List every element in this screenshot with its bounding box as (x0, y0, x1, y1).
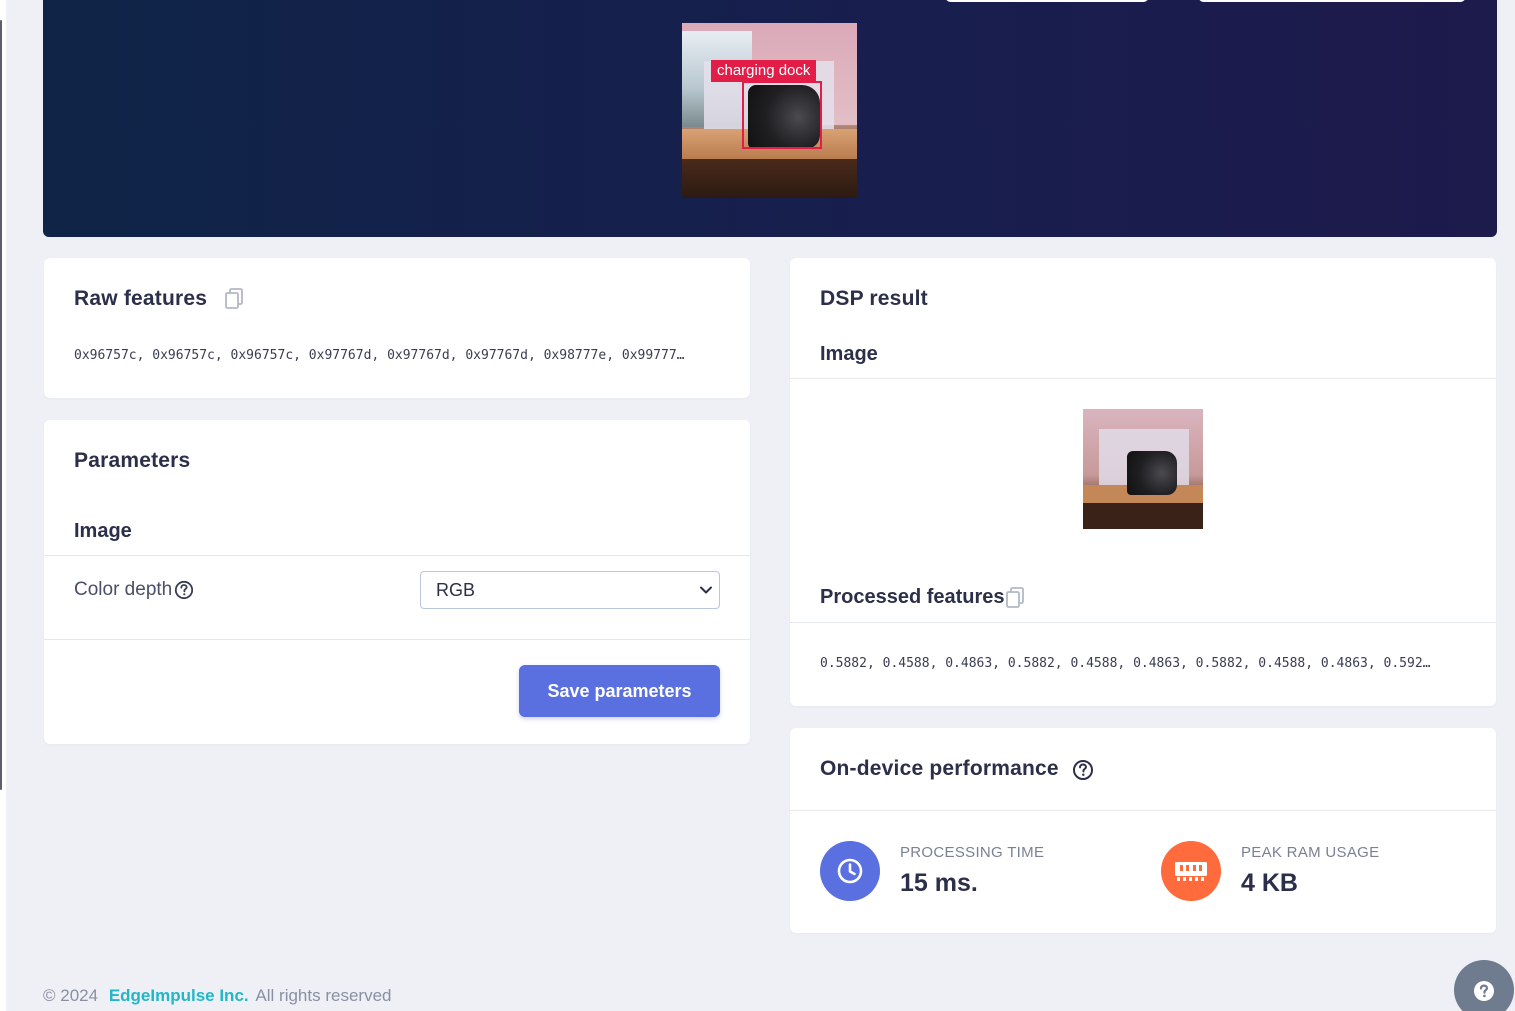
dsp-image-heading: Image (820, 343, 878, 365)
divider (790, 810, 1496, 811)
parameters-image-heading: Image (74, 520, 132, 542)
footer-rights: All rights reserved (255, 986, 392, 1005)
raw-features-card: Raw features 0x96757c, 0x96757c, 0x96757… (44, 258, 750, 398)
peak-ram-value: 4 KB (1241, 869, 1298, 897)
raw-features-title: Raw features (74, 287, 208, 310)
bounding-box-label: charging dock (711, 60, 817, 82)
performance-card: On-device performance PROCESSING TIME 15… (790, 728, 1496, 933)
sample-preview-banner: charging dock (43, 0, 1497, 237)
color-depth-selected-value: RGB (436, 580, 476, 600)
divider (790, 378, 1496, 379)
processed-features-title: Processed features (820, 586, 1005, 608)
memory-chip-icon (1175, 862, 1207, 881)
dsp-result-card: DSP result Image Processed features 0.58… (790, 258, 1496, 706)
processing-time-value: 15 ms. (900, 869, 978, 897)
copy-icon[interactable] (224, 288, 244, 310)
help-button[interactable] (1454, 960, 1514, 1011)
processed-features-values: 0.5882, 0.4588, 0.4863, 0.5882, 0.4588, … (820, 656, 1431, 671)
clock-icon (837, 858, 863, 884)
dsp-result-title: DSP result (820, 287, 928, 310)
color-depth-select[interactable]: RGB (420, 571, 720, 609)
parameters-card: Parameters Image Color depth RGB Save pa… (44, 420, 750, 744)
dsp-image-floor (1083, 503, 1203, 529)
parameters-title: Parameters (74, 449, 191, 472)
peak-ram-label: PEAK RAM USAGE (1241, 844, 1380, 861)
scrollbar-track[interactable] (0, 20, 2, 790)
left-scroll-strip (0, 0, 6, 1011)
dsp-image-dock (1127, 451, 1177, 495)
processing-time-badge (820, 841, 880, 901)
help-circle-icon[interactable] (1072, 759, 1094, 781)
help-circle-icon[interactable] (174, 580, 194, 600)
color-depth-label: Color depth (74, 579, 173, 600)
performance-title: On-device performance (820, 757, 1059, 780)
image-floor (682, 159, 857, 198)
chevron-down-icon (700, 586, 712, 594)
bounding-box (742, 81, 822, 149)
question-icon (1474, 981, 1494, 1001)
peak-ram-badge (1161, 841, 1221, 901)
hero-control-left[interactable] (945, 0, 1149, 2)
divider (44, 555, 750, 556)
divider (44, 639, 750, 640)
processing-time-label: PROCESSING TIME (900, 844, 1045, 861)
raw-features-values: 0x96757c, 0x96757c, 0x96757c, 0x97767d, … (74, 348, 685, 363)
footer: © 2024 EdgeImpulse Inc. All rights reser… (43, 986, 391, 1006)
sample-image: charging dock (682, 23, 857, 198)
copy-icon[interactable] (1005, 587, 1025, 609)
divider (790, 622, 1496, 623)
dsp-processed-image (1083, 409, 1203, 529)
save-parameters-button[interactable]: Save parameters (519, 665, 720, 717)
footer-copyright: © 2024 (43, 986, 99, 1005)
hero-control-right[interactable] (1198, 0, 1466, 2)
footer-brand-link[interactable]: EdgeImpulse Inc. (109, 986, 249, 1005)
